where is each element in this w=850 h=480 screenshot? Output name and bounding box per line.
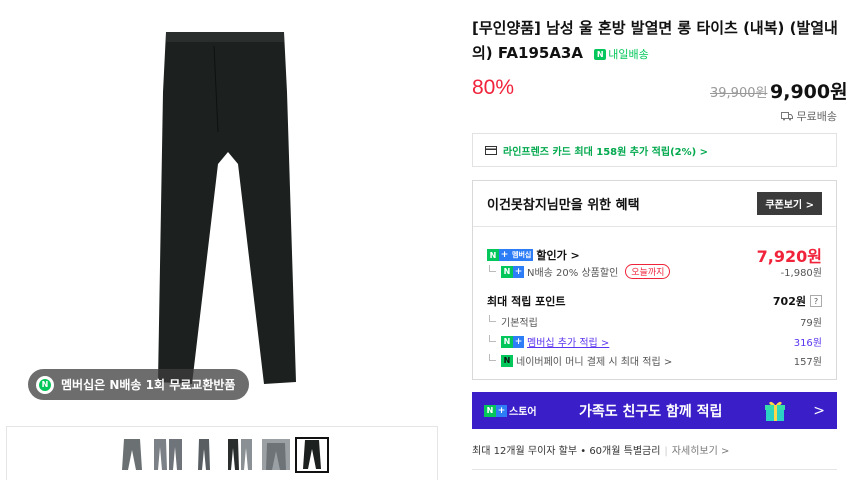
thumbnail-2[interactable] [151, 437, 185, 473]
shipping-info: 무료배송 [780, 108, 837, 124]
naver-plus-icon: N + [501, 265, 524, 278]
card-promo[interactable]: 라인프렌즈 카드 최대 158원 추가 적립(2%) > [472, 133, 837, 167]
gift-icon [765, 401, 786, 421]
thumbnail-6-selected[interactable] [295, 437, 329, 473]
benefit-box: 이건못참지님만을 위한 혜택 쿠폰보기 > N + 멤버십 할인가 > 7,920원… [472, 180, 837, 380]
details-link[interactable]: 자세히보기 > [672, 446, 730, 457]
naver-n-icon: N [36, 375, 54, 394]
help-icon[interactable]: ? [810, 295, 822, 307]
card-icon [485, 145, 497, 155]
main-product-image[interactable]: N 멤버십은 N배송 1회 무료교환반품 [6, 0, 438, 415]
coupon-button[interactable]: 쿠폰보기 > [757, 192, 822, 215]
chevron-right-icon: > [813, 402, 825, 419]
original-price: 39,900원 [710, 86, 768, 101]
store-promo-banner[interactable]: N + 스토어 가족도 친구도 함께 적립 > [472, 392, 837, 429]
naver-plus-icon: N + [484, 404, 507, 417]
thumbnail-1[interactable] [115, 437, 149, 473]
product-info: [무인양품] 남성 울 혼방 발열면 롱 타이츠 (내복) (발열내의) FA1… [472, 0, 850, 480]
installment-info: 최대 12개월 무이자 할부 • 60개월 특별금리 | 자세히보기 > [472, 446, 730, 457]
n-delivery-discount-row: N + N배송 20% 상품할인 오늘까지 -1,980원 [487, 264, 822, 279]
naver-plus-icon: N + [501, 335, 524, 348]
max-points-row: 최대 적립 포인트 702원 ? [487, 293, 822, 309]
discount-rate: 80% [472, 76, 515, 99]
product-gallery: N 멤버십은 N배송 1회 무료교환반품 [0, 0, 440, 480]
until-today-badge: 오늘까지 [625, 264, 671, 279]
thumbnail-3[interactable] [187, 437, 221, 473]
sale-price: 9,900원 [770, 81, 848, 103]
leggings-image [158, 32, 296, 384]
benefit-header: 이건못참지님만을 위한 혜택 쿠폰보기 > [473, 181, 836, 227]
naverpay-points-row[interactable]: N 네이버페이 머니 결제 시 최대 적립 > 157원 [487, 353, 822, 368]
naver-n-icon: N [594, 49, 607, 60]
thumbnail-5[interactable] [259, 437, 293, 473]
truck-icon [780, 112, 793, 121]
member-extra-points-row[interactable]: N + 멤버십 추가 적립 > 316원 [487, 334, 822, 349]
base-points-row: 기본적립 79원 [487, 314, 822, 329]
naver-plus-membership-icon: N + 멤버십 [487, 249, 534, 261]
member-free-return-badge: N 멤버십은 N배송 1회 무료교환반품 [28, 369, 250, 400]
thumbnail-strip [6, 426, 438, 480]
divider [472, 469, 837, 470]
naver-pay-icon: N [501, 354, 513, 367]
product-title: [무인양품] 남성 울 혼방 발열면 롱 타이츠 (내복) (발열내의) FA1… [472, 16, 844, 67]
tomorrow-delivery-badge: N 내일배송 [594, 42, 649, 67]
thumbnail-4[interactable] [223, 437, 257, 473]
